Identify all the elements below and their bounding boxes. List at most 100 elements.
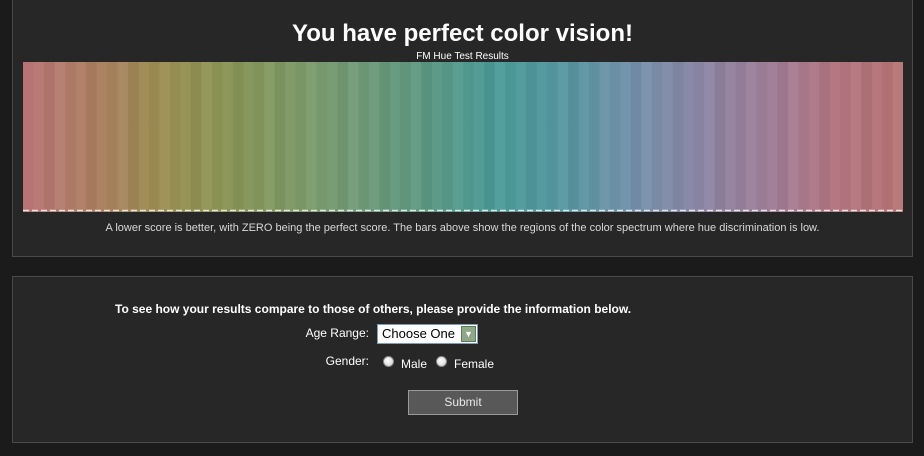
female-radio-label[interactable]: Female bbox=[454, 357, 494, 371]
spectrum-stripe bbox=[170, 62, 181, 209]
spectrum-stripe bbox=[390, 62, 401, 209]
spectrum-stripe bbox=[610, 62, 621, 209]
spectrum-stripe bbox=[149, 62, 160, 209]
spectrum-stripe bbox=[578, 62, 589, 209]
spectrum-stripe bbox=[725, 62, 736, 209]
spectrum-stripe bbox=[117, 62, 128, 209]
spectrum-stripe bbox=[358, 62, 369, 209]
spectrum-stripe bbox=[756, 62, 767, 209]
spectrum-stripe bbox=[547, 62, 558, 209]
spectrum-stripe bbox=[400, 62, 411, 209]
age-range-label: Age Range: bbox=[305, 326, 369, 340]
spectrum-stripe bbox=[44, 62, 55, 209]
spectrum-stripe bbox=[830, 62, 841, 209]
spectrum-stripe bbox=[411, 62, 422, 209]
spectrum-stripe bbox=[777, 62, 788, 209]
spectrum-stripe bbox=[672, 62, 684, 209]
spectrum-stripe bbox=[892, 62, 903, 209]
female-radio[interactable] bbox=[436, 356, 447, 367]
spectrum-stripe bbox=[327, 62, 338, 209]
spectrum-stripe bbox=[316, 62, 327, 209]
spectrum-stripe bbox=[75, 62, 86, 209]
spectrum-stripe bbox=[201, 62, 213, 209]
spectrum-stripe bbox=[819, 62, 831, 209]
spectrum-stripe bbox=[138, 62, 149, 209]
spectrum-stripe bbox=[494, 62, 506, 209]
spectrum-stripe bbox=[872, 62, 883, 209]
spectrum-stripe bbox=[735, 62, 746, 209]
spectrum-stripe bbox=[557, 62, 568, 209]
spectrum-stripe bbox=[704, 62, 715, 209]
form-prompt: To see how your results compare to those… bbox=[115, 302, 632, 316]
spectrum-stripes bbox=[23, 62, 903, 209]
spectrum-stripe bbox=[452, 62, 464, 209]
spectrum-stripe bbox=[693, 62, 704, 209]
spectrum-stripe bbox=[442, 62, 453, 209]
spectrum-stripe bbox=[620, 62, 631, 209]
spectrum-stripe bbox=[54, 62, 66, 209]
spectrum-stripe bbox=[745, 62, 757, 209]
submit-button[interactable]: Submit bbox=[408, 390, 518, 415]
spectrum-stripe bbox=[305, 62, 317, 209]
spectrum-stripe bbox=[253, 62, 264, 209]
spectrum-stripe bbox=[882, 62, 893, 209]
spectrum-stripe bbox=[840, 62, 851, 209]
chevron-down-icon[interactable]: ▼ bbox=[461, 326, 476, 342]
spectrum-stripe bbox=[191, 62, 202, 209]
age-range-value: Choose One bbox=[382, 326, 455, 341]
spectrum-stripe bbox=[589, 62, 600, 209]
spectrum-stripe bbox=[567, 62, 579, 209]
spectrum-stripe bbox=[285, 62, 296, 209]
spectrum-stripe bbox=[798, 62, 809, 209]
spectrum-stripe bbox=[295, 62, 306, 209]
spectrum-stripe bbox=[714, 62, 726, 209]
spectrum-stripe bbox=[484, 62, 495, 209]
chart-title: FM Hue Test Results bbox=[416, 51, 509, 62]
spectrum-stripe bbox=[180, 62, 191, 209]
gender-label: Gender: bbox=[325, 354, 369, 368]
spectrum-stripe bbox=[107, 62, 118, 209]
spectrum-stripe bbox=[33, 62, 44, 209]
results-panel: You have perfect color vision! FM Hue Te… bbox=[12, 0, 913, 257]
spectrum-stripe bbox=[652, 62, 663, 209]
male-radio-label[interactable]: Male bbox=[401, 357, 427, 371]
spectrum-stripe bbox=[65, 62, 76, 209]
spectrum-stripe bbox=[23, 62, 34, 209]
spectrum-stripe bbox=[525, 62, 537, 209]
spectrum-stripe bbox=[347, 62, 359, 209]
spectrum-stripe bbox=[662, 62, 673, 209]
spectrum-stripe bbox=[851, 62, 862, 209]
spectrum-stripe bbox=[599, 62, 611, 209]
results-headline: You have perfect color vision! bbox=[292, 20, 633, 47]
spectrum-stripe bbox=[515, 62, 526, 209]
spectrum-stripe bbox=[683, 62, 694, 209]
spectrum-stripe bbox=[85, 62, 97, 209]
spectrum-stripe bbox=[96, 62, 107, 209]
spectrum-stripe bbox=[379, 62, 391, 209]
male-radio[interactable] bbox=[383, 356, 394, 367]
spectrum-stripe bbox=[421, 62, 433, 209]
hue-spectrum-svg bbox=[23, 62, 903, 212]
spectrum-stripe bbox=[222, 62, 233, 209]
spectrum-stripe bbox=[274, 62, 286, 209]
spectrum-stripe bbox=[232, 62, 244, 209]
spectrum-stripe bbox=[787, 62, 799, 209]
spectrum-stripe bbox=[127, 62, 139, 209]
spectrum-stripe bbox=[337, 62, 348, 209]
spectrum-stripe bbox=[631, 62, 642, 209]
spectrum-stripe bbox=[473, 62, 484, 209]
spectrum-stripe bbox=[243, 62, 254, 209]
age-range-select[interactable]: Choose One ▼ bbox=[377, 324, 478, 344]
spectrum-stripe bbox=[463, 62, 474, 209]
comparison-form-panel: To see how your results compare to those… bbox=[12, 276, 913, 443]
spectrum-stripe bbox=[536, 62, 547, 209]
spectrum-stripe bbox=[159, 62, 171, 209]
spectrum-stripe bbox=[264, 62, 275, 209]
spectrum-stripe bbox=[212, 62, 223, 209]
spectrum-stripe bbox=[809, 62, 820, 209]
spectrum-stripe bbox=[505, 62, 516, 209]
spectrum-stripe bbox=[767, 62, 778, 209]
spectrum-stripe bbox=[861, 62, 873, 209]
spectrum-stripe bbox=[369, 62, 380, 209]
spectrum-stripe bbox=[641, 62, 653, 209]
